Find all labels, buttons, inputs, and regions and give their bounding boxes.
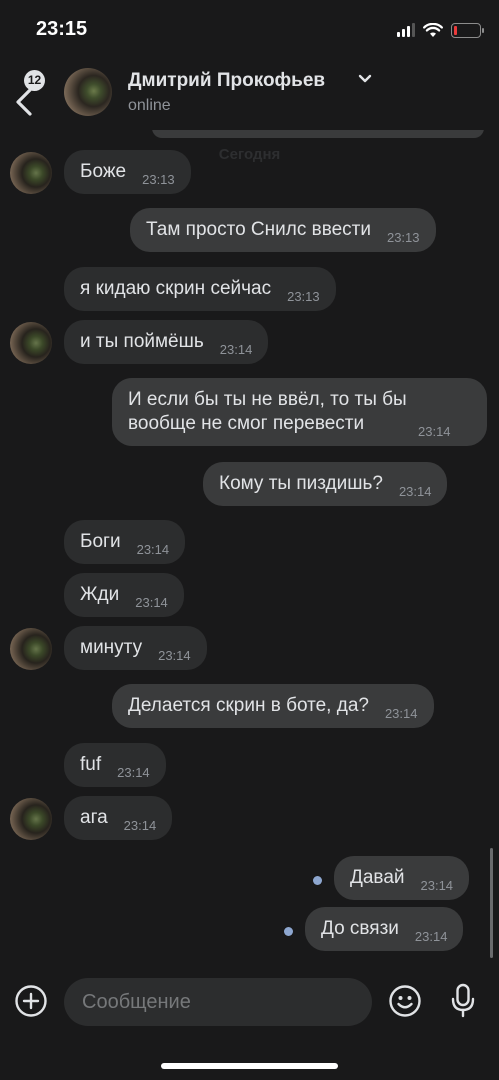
message-time: 23:13: [142, 172, 175, 187]
status-icons: [397, 20, 484, 40]
message-time: 23:14: [219, 342, 253, 357]
message-text: я кидаю скрин сейчас: [80, 278, 272, 299]
contact-name[interactable]: Дмитрий Прокофьев: [128, 70, 325, 92]
avatar[interactable]: [10, 628, 52, 670]
message-outgoing[interactable]: Делается скрин в боте, да? 23:14: [112, 684, 434, 728]
message-time: 23:14: [414, 929, 448, 944]
message-time: 23:14: [158, 648, 191, 663]
message-text: И если бы ты не ввёл, то ты бы вообще не…: [128, 389, 412, 434]
message-text: минуту: [80, 637, 143, 658]
message-outgoing[interactable]: До связи 23:14: [305, 907, 464, 951]
smile-icon[interactable]: [388, 984, 422, 1018]
message-text: Там просто Снилс ввести: [146, 219, 371, 240]
message-time: 23:14: [420, 878, 454, 893]
message-text: ага: [80, 807, 108, 828]
message-text: Давай: [350, 867, 405, 888]
unread-indicator: [284, 927, 293, 936]
message-time: 23:14: [418, 424, 451, 439]
message-text: Жди: [80, 584, 120, 605]
message-text: fuf: [80, 754, 102, 775]
message-incoming[interactable]: Жди 23:14: [64, 573, 184, 617]
scrollbar[interactable]: [490, 848, 493, 958]
message-text: До связи: [321, 918, 399, 939]
message-text: Делается скрин в боте, да?: [128, 695, 369, 716]
message-time: 23:14: [398, 484, 432, 499]
message-time: 23:13: [386, 230, 420, 245]
message-time: 23:14: [117, 765, 150, 780]
wifi-icon: [423, 22, 443, 37]
avatar[interactable]: [10, 322, 52, 364]
message-time: 23:14: [136, 542, 170, 557]
message-outgoing[interactable]: Кому ты пиздишь? 23:14: [203, 462, 448, 506]
message-incoming[interactable]: ага 23:14: [64, 796, 173, 840]
message-incoming[interactable]: я кидаю скрин сейчас 23:13: [64, 267, 336, 311]
message-text: Боги: [80, 531, 121, 552]
contact-avatar[interactable]: [64, 68, 112, 116]
message-text: Кому ты пиздишь?: [219, 473, 383, 494]
message-outgoing[interactable]: И если бы ты не ввёл, то ты бы вообще не…: [112, 378, 487, 446]
message-outgoing[interactable]: Давай 23:14: [334, 856, 470, 900]
microphone-icon[interactable]: [448, 982, 478, 1020]
chevron-down-icon[interactable]: [358, 74, 372, 84]
message-incoming[interactable]: Боги 23:14: [64, 520, 186, 564]
chat-header: 12 Дмитрий Прокофьев online: [0, 60, 499, 130]
message-time: 23:14: [384, 706, 418, 721]
plus-circle-icon[interactable]: [14, 984, 48, 1018]
battery-icon: [451, 22, 484, 38]
message-incoming[interactable]: и ты поймёшь 23:14: [64, 320, 269, 364]
message-incoming[interactable]: Боже 23:13: [64, 150, 191, 194]
avatar[interactable]: [10, 798, 52, 840]
message-time: 23:13: [287, 289, 320, 304]
message-list[interactable]: Сегодня Боже 23:13 Там просто Снилс ввест…: [0, 130, 499, 970]
unread-indicator: [313, 876, 322, 885]
avatar[interactable]: [10, 152, 52, 194]
message-time: 23:14: [135, 595, 168, 610]
message-text: Боже: [80, 161, 127, 182]
message-outgoing[interactable]: Там просто Снилс ввести 23:13: [130, 208, 436, 252]
composer: Сообщение: [0, 970, 499, 1032]
contact-status: online: [128, 97, 171, 114]
unread-count-badge: 12: [24, 70, 45, 91]
message-time: 23:14: [123, 818, 157, 833]
status-time: 23:15: [36, 18, 88, 40]
message-text: и ты поймёшь: [80, 331, 204, 352]
message-input[interactable]: Сообщение: [64, 978, 372, 1026]
signal-icon: [397, 23, 415, 37]
home-indicator[interactable]: [161, 1063, 338, 1069]
message-incoming[interactable]: fuf 23:14: [64, 743, 166, 787]
message-incoming[interactable]: минуту 23:14: [64, 626, 207, 670]
status-bar: 23:15: [0, 0, 499, 60]
previous-message-bubble: [152, 130, 484, 138]
